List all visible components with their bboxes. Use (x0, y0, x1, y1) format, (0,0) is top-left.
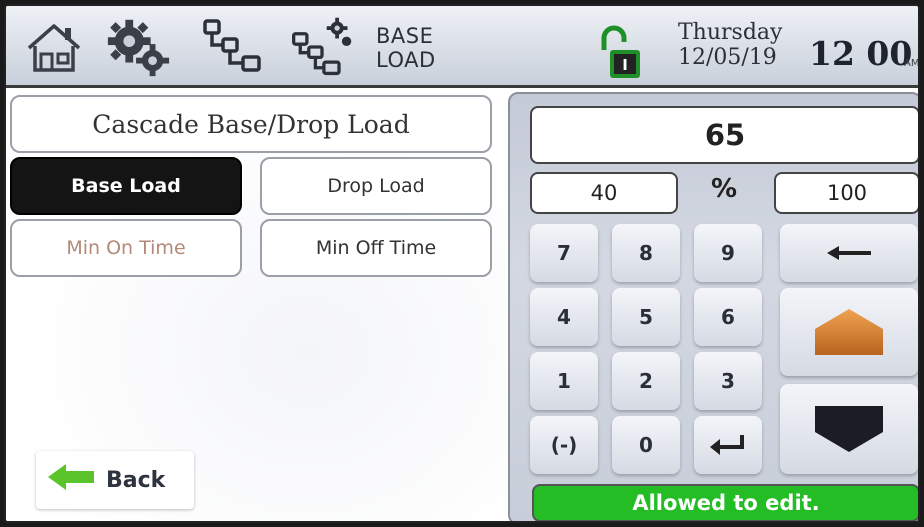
enter-key[interactable] (694, 416, 762, 474)
max-value-box: 100 (774, 172, 918, 214)
clock-ampm: AM (904, 58, 920, 69)
key-5[interactable]: 5 (612, 288, 680, 346)
key-7[interactable]: 7 (530, 224, 598, 282)
key-9[interactable]: 9 (694, 224, 762, 282)
edit-status-bar: Allowed to edit. (532, 484, 918, 521)
key-1[interactable]: 1 (530, 352, 598, 410)
svg-text:I: I (622, 56, 628, 74)
decrement-key[interactable] (780, 384, 918, 474)
key-2[interactable]: 2 (612, 352, 680, 410)
value-display: 65 (530, 106, 918, 164)
unlocked-padlock-icon[interactable]: I (598, 24, 642, 80)
up-arrow-icon (815, 309, 883, 355)
header-bar: BASE LOAD I Thursday 12/05/19 12 00 AM (6, 6, 920, 88)
down-arrow-icon (815, 406, 883, 452)
key-negate[interactable]: (-) (530, 416, 598, 474)
cascade-icon[interactable] (200, 14, 268, 80)
clock-time[interactable]: 12 00 (809, 34, 912, 73)
increment-key[interactable] (780, 288, 918, 376)
key-8[interactable]: 8 (612, 224, 680, 282)
screen-title-line2: LOAD (376, 48, 436, 72)
settings-panel: Cascade Base/Drop Load Base Load Drop Lo… (6, 91, 506, 521)
page-title: Cascade Base/Drop Load (10, 95, 492, 153)
base-load-button[interactable]: Base Load (10, 157, 242, 215)
backspace-arrow-icon (827, 246, 871, 260)
drop-load-button[interactable]: Drop Load (260, 157, 492, 215)
min-off-time-button[interactable]: Min Off Time (260, 219, 492, 277)
home-icon[interactable] (20, 14, 88, 80)
enter-icon (710, 435, 744, 455)
min-on-time-button[interactable]: Min On Time (10, 219, 242, 277)
screen-title-line1: BASE (376, 24, 434, 48)
back-button[interactable]: Back (36, 451, 194, 509)
touch-screen: BASE LOAD I Thursday 12/05/19 12 00 AM C… (4, 4, 920, 523)
cascade-settings-icon[interactable] (288, 14, 356, 80)
key-4[interactable]: 4 (530, 288, 598, 346)
settings-gears-icon[interactable] (104, 14, 172, 80)
date-label: 12/05/19 (678, 45, 777, 70)
key-3[interactable]: 3 (694, 352, 762, 410)
back-label: Back (106, 467, 166, 493)
date-display: Thursday 12/05/19 (678, 20, 782, 70)
back-arrow-icon (46, 462, 96, 498)
key-0[interactable]: 0 (612, 416, 680, 474)
unit-label: % (710, 174, 738, 204)
min-value-box: 40 (530, 172, 678, 214)
day-label: Thursday (678, 20, 783, 45)
backspace-key[interactable] (780, 224, 918, 282)
key-6[interactable]: 6 (694, 288, 762, 346)
numeric-keypad-panel: 65 40 % 100 7 8 9 4 5 6 1 2 3 (-) 0 Allo… (508, 92, 918, 521)
screen-title: BASE LOAD (376, 24, 436, 72)
